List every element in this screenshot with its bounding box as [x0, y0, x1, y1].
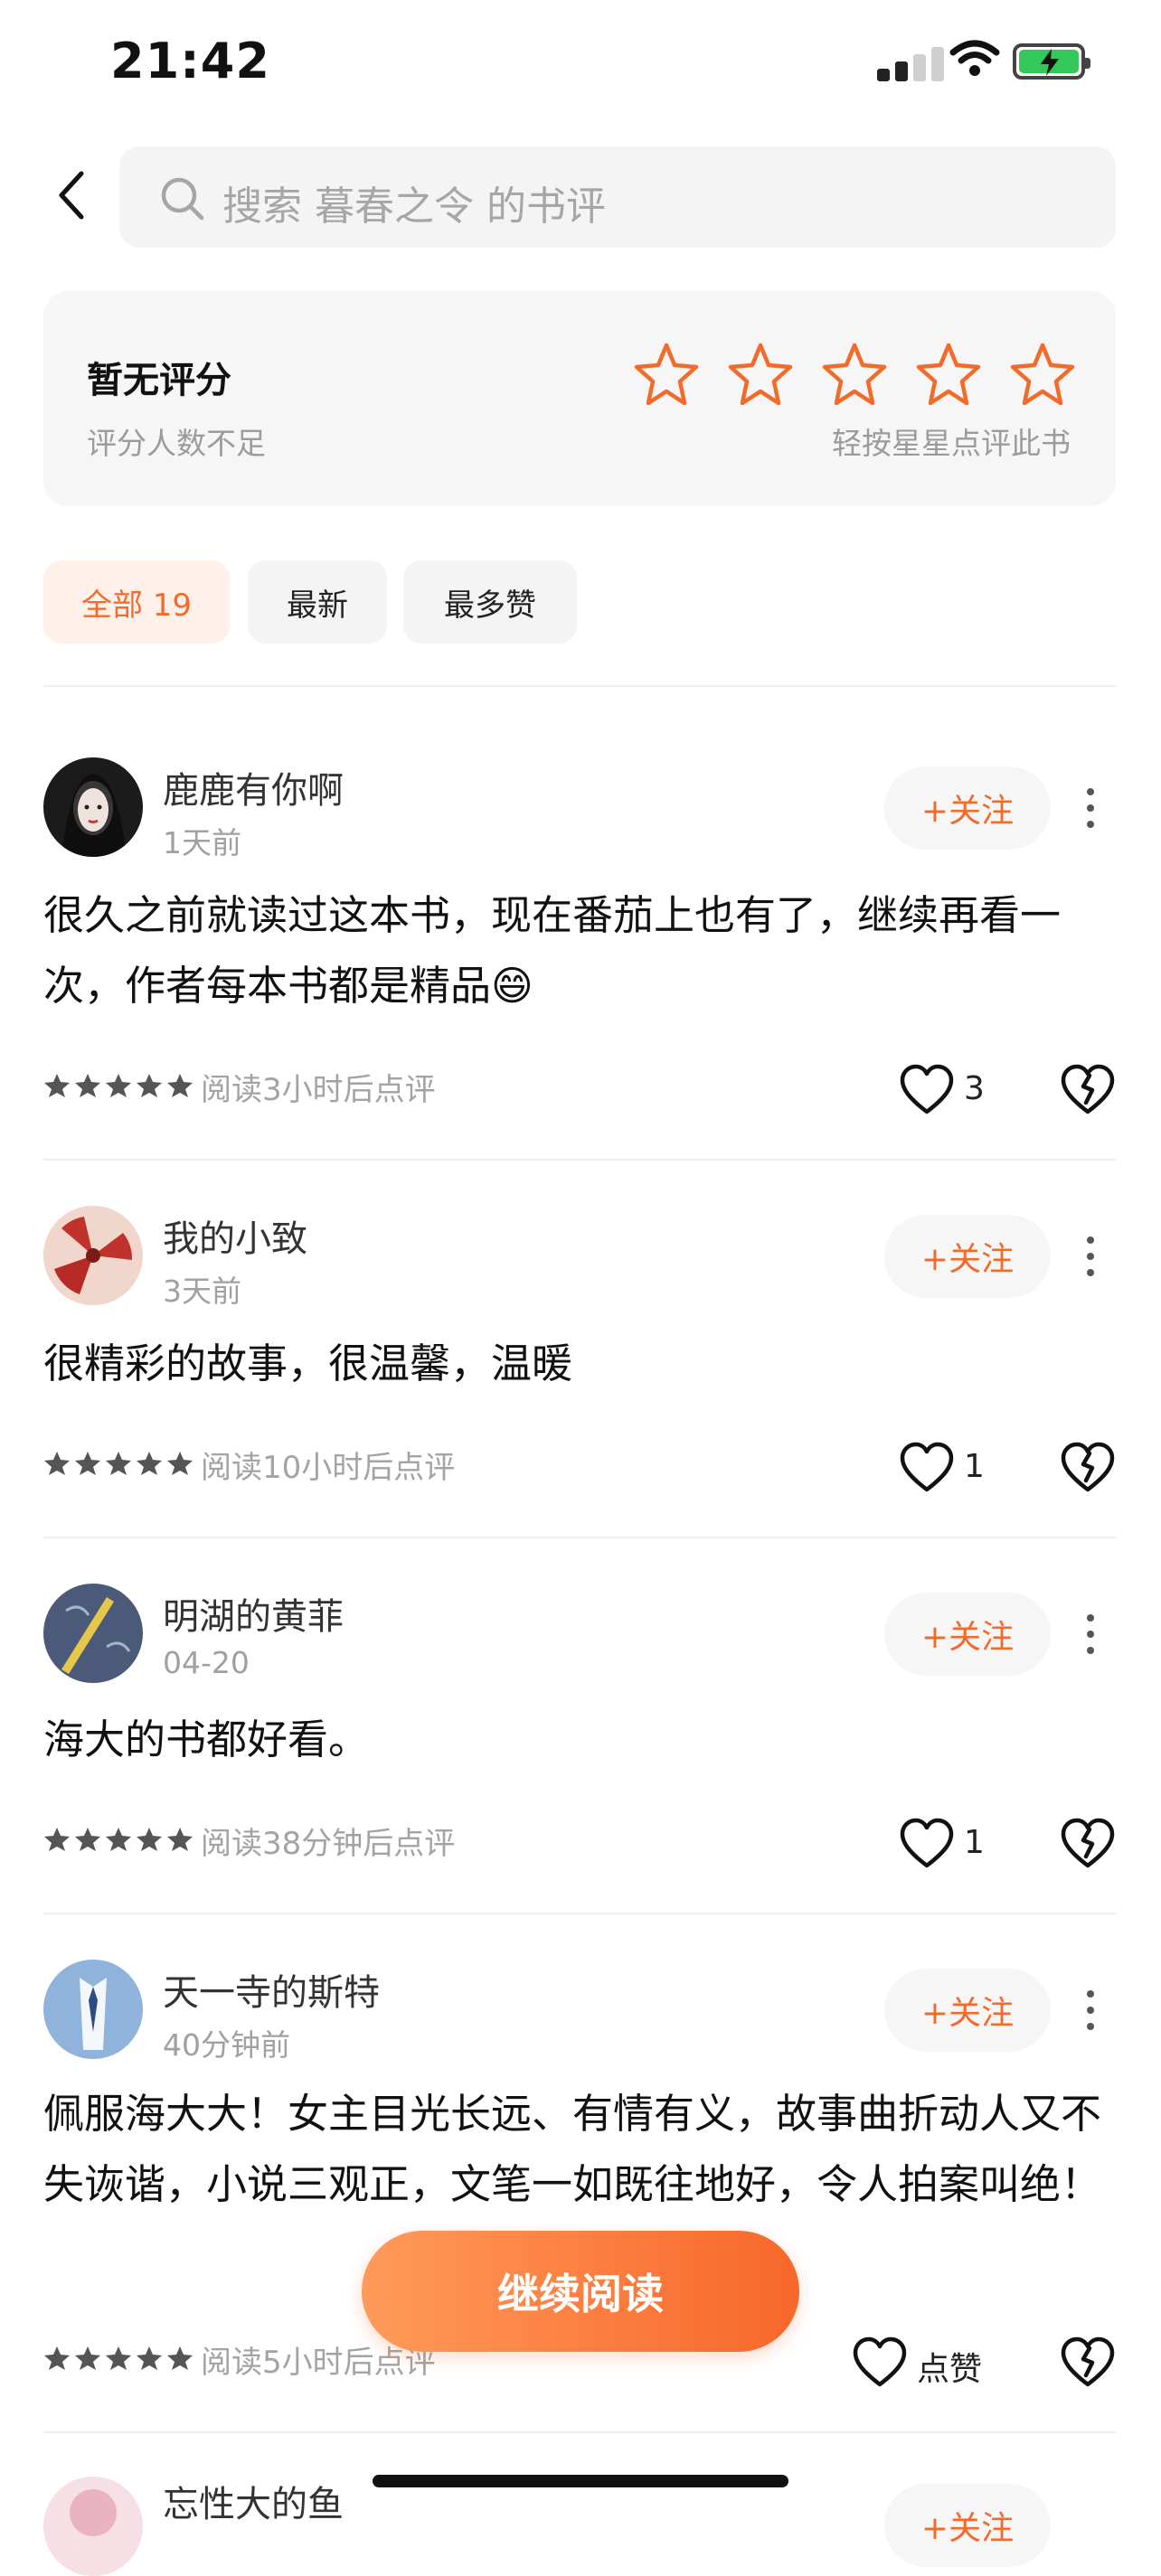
review-stars: [43, 1450, 194, 1481]
divider: [43, 1913, 1116, 1914]
avatar[interactable]: [43, 757, 143, 857]
review-text: 佩服海大大！女主目光长远、有情有义，故事曲折动人又不失诙谐，小说三观正，文笔一如…: [43, 2090, 1102, 2208]
review-time: 04-20: [163, 1645, 250, 1680]
like-count: 1: [964, 1824, 985, 1861]
more-options-icon[interactable]: [1072, 779, 1109, 837]
more-options-icon[interactable]: [1072, 1981, 1109, 2039]
small-star-icon: [74, 2345, 101, 2375]
small-star-icon: [166, 1072, 194, 1103]
review-meta: 阅读38分钟后点评: [201, 1826, 456, 1862]
small-star-icon: [43, 1826, 71, 1857]
divider: [43, 1159, 1116, 1161]
battery-icon: [1013, 43, 1090, 80]
like-icon[interactable]: [899, 1817, 955, 1873]
search-icon: [161, 177, 204, 221]
tab-latest[interactable]: 最新: [248, 560, 387, 644]
divider: [43, 1537, 1116, 1538]
avatar[interactable]: [43, 1960, 143, 2059]
follow-button[interactable]: +关注: [884, 2484, 1051, 2567]
like-label: 点赞: [917, 2351, 983, 2388]
small-star-icon: [43, 2345, 71, 2375]
rating-star-icon[interactable]: [915, 342, 982, 410]
divider: [43, 685, 1116, 687]
search-bar[interactable]: 搜索 暮春之令 的书评: [119, 146, 1116, 248]
rating-star-icon[interactable]: [1009, 342, 1076, 410]
rating-star-icon[interactable]: [821, 342, 888, 410]
back-arrow-icon[interactable]: [54, 168, 90, 222]
search-placeholder: 搜索 暮春之令 的书评: [222, 183, 606, 230]
small-star-icon: [74, 1826, 101, 1857]
small-star-icon: [105, 1450, 132, 1481]
review-text: 很久之前就读过这本书，现在番茄上也有了，继续再看一次，作者每本书都是精品😄: [43, 891, 1062, 1010]
username[interactable]: 我的小致: [163, 1209, 307, 1262]
dislike-icon[interactable]: [1060, 2336, 1116, 2392]
small-star-icon: [136, 1826, 163, 1857]
review-text: 很精彩的故事，很温馨，温暖: [43, 1340, 573, 1387]
dislike-icon[interactable]: [1060, 1063, 1116, 1119]
review-time: 3天前: [163, 1274, 241, 1309]
rating-subtitle: 评分人数不足: [87, 426, 266, 461]
small-star-icon: [166, 1450, 194, 1481]
small-star-icon: [105, 2345, 132, 2375]
follow-button[interactable]: +关注: [884, 1593, 1051, 1676]
rating-hint: 轻按星星点评此书: [832, 426, 1071, 461]
review-meta: 阅读3小时后点评: [201, 1072, 436, 1108]
tab-most-liked[interactable]: 最多赞: [403, 560, 577, 644]
more-options-icon[interactable]: [1072, 1605, 1109, 1663]
small-star-icon: [166, 1826, 194, 1857]
like-icon[interactable]: [852, 2336, 908, 2392]
small-star-icon: [74, 1450, 101, 1481]
rating-title: 暂无评分: [87, 360, 231, 401]
username[interactable]: 鹿鹿有你啊: [163, 761, 344, 813]
review-text: 海大的书都好看。: [43, 1716, 370, 1763]
review-time: 1天前: [163, 825, 241, 860]
review-time: 40分钟前: [163, 2027, 290, 2063]
like-count: 1: [964, 1448, 985, 1485]
dislike-icon[interactable]: [1060, 1441, 1116, 1497]
avatar[interactable]: [43, 1584, 143, 1683]
small-star-icon: [105, 1826, 132, 1857]
small-star-icon: [74, 1072, 101, 1103]
rating-card: 暂无评分 评分人数不足 轻按星星点评此书: [43, 291, 1116, 506]
rate-stars[interactable]: [633, 342, 1076, 410]
small-star-icon: [136, 1072, 163, 1103]
small-star-icon: [43, 1072, 71, 1103]
dislike-icon[interactable]: [1060, 1817, 1116, 1873]
small-star-icon: [136, 1450, 163, 1481]
small-star-icon: [105, 1072, 132, 1103]
review-stars: [43, 1826, 194, 1857]
home-indicator: [373, 2475, 788, 2487]
small-star-icon: [43, 1450, 71, 1481]
review-stars: [43, 1072, 194, 1103]
like-icon[interactable]: [899, 1441, 955, 1497]
username[interactable]: 忘性大的鱼: [163, 2475, 344, 2527]
rating-star-icon[interactable]: [727, 342, 794, 410]
follow-button[interactable]: +关注: [884, 1215, 1051, 1298]
small-star-icon: [136, 2345, 163, 2375]
tab-all[interactable]: 全部 19: [43, 560, 230, 644]
rating-star-icon[interactable]: [633, 342, 700, 410]
avatar[interactable]: [43, 1206, 143, 1305]
divider: [43, 2431, 1116, 2433]
small-star-icon: [166, 2345, 194, 2375]
wifi-icon: [949, 40, 1000, 76]
review-meta: 阅读10小时后点评: [201, 1450, 456, 1486]
continue-reading-button[interactable]: 继续阅读: [362, 2231, 799, 2352]
status-time: 21:42: [110, 33, 270, 89]
username[interactable]: 明湖的黄菲: [163, 1587, 344, 1640]
follow-button[interactable]: +关注: [884, 766, 1051, 850]
more-options-icon[interactable]: [1072, 1227, 1109, 1285]
username[interactable]: 天一寺的斯特: [163, 1963, 380, 2016]
review-stars: [43, 2345, 194, 2375]
like-icon[interactable]: [899, 1063, 955, 1119]
avatar[interactable]: [43, 2477, 143, 2576]
follow-button[interactable]: +关注: [884, 1969, 1051, 2052]
like-count: 3: [964, 1070, 985, 1107]
